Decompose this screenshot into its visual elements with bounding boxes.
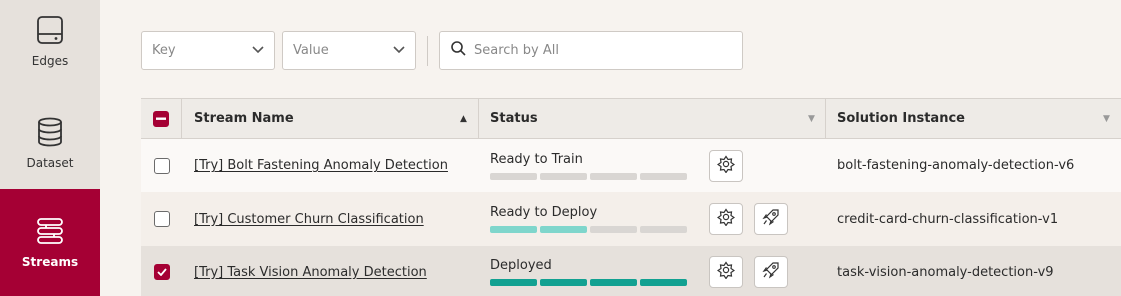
stream-name-link[interactable]: [Try] Task Vision Anomaly Detection — [194, 265, 427, 280]
edge-device-icon — [36, 12, 64, 48]
status-cell: Ready to Train — [479, 139, 687, 192]
sidebar-item-label: Edges — [31, 54, 69, 68]
train-button[interactable] — [709, 203, 743, 235]
solution-instance-cell: bolt-fastening-anomaly-detection-v6 — [826, 139, 1074, 192]
column-header-stream-name[interactable]: Stream Name ▲ — [182, 99, 479, 138]
stream-name-link[interactable]: [Try] Bolt Fastening Anomaly Detection — [194, 158, 448, 173]
solution-instance-cell: task-vision-anomaly-detection-v9 — [826, 246, 1054, 296]
row-checkbox[interactable] — [153, 264, 170, 280]
status-label: Deployed — [490, 258, 552, 273]
sidebar-item-label: Dataset — [26, 156, 74, 170]
main-content: Key Value Search by All Stream Name ▲ St… — [100, 0, 1121, 296]
value-select-value: Value — [293, 43, 329, 58]
solution-instance: task-vision-anomaly-detection-v9 — [837, 264, 1054, 280]
table-row[interactable]: [Try] Bolt Fastening Anomaly Detection R… — [141, 139, 1121, 192]
stream-name-link[interactable]: [Try] Customer Churn Classification — [194, 212, 424, 227]
status-label: Ready to Train — [490, 151, 583, 167]
train-icon — [716, 154, 736, 177]
progress-segment — [640, 172, 687, 180]
sidebar: Edges Dataset Streams — [0, 0, 100, 296]
streams-icon — [36, 213, 64, 249]
search-placeholder: Search by All — [474, 43, 559, 58]
chevron-down-icon — [393, 43, 405, 58]
row-select-cell — [141, 139, 182, 192]
progress-segment — [540, 279, 587, 286]
progress-segment — [590, 172, 637, 180]
deploy-button[interactable] — [754, 256, 788, 288]
sidebar-item-label: Streams — [21, 255, 79, 269]
value-select[interactable]: Value — [282, 31, 416, 70]
train-icon — [716, 261, 736, 283]
filter-dropdown-icon[interactable]: ▼ — [808, 114, 815, 124]
progress-segment — [590, 226, 637, 233]
sort-ascending-icon[interactable]: ▲ — [460, 114, 467, 124]
filter-dropdown-icon[interactable]: ▼ — [1103, 114, 1110, 124]
progress-segment — [490, 279, 537, 286]
deploy-button[interactable] — [754, 203, 788, 235]
row-checkbox[interactable] — [153, 157, 170, 174]
column-label: Solution Instance — [837, 111, 965, 126]
table-row[interactable]: [Try] Customer Churn Classification Read… — [141, 192, 1121, 246]
solution-instance: bolt-fastening-anomaly-detection-v6 — [837, 158, 1075, 173]
train-button[interactable] — [709, 149, 743, 182]
sidebar-item-streams[interactable]: Streams — [0, 189, 100, 296]
rocket-icon — [762, 261, 780, 283]
train-icon — [716, 208, 736, 230]
search-input[interactable]: Search by All — [439, 31, 743, 70]
row-select-cell — [141, 246, 182, 296]
progress-segment — [640, 279, 687, 286]
progress-segment — [540, 172, 587, 180]
table-row[interactable]: [Try] Task Vision Anomaly Detection Depl… — [141, 246, 1121, 296]
progress-bar — [490, 279, 687, 286]
sidebar-item-edges[interactable]: Edges — [0, 0, 100, 100]
search-icon — [451, 41, 474, 60]
streams-table: Stream Name ▲ Status ▼ Solution Instance… — [141, 98, 1121, 296]
table-header: Stream Name ▲ Status ▼ Solution Instance… — [141, 99, 1121, 139]
chevron-down-icon — [252, 43, 264, 58]
solution-instance-cell: credit-card-churn-classification-v1 — [826, 192, 1058, 246]
stream-name-cell: [Try] Bolt Fastening Anomaly Detection — [182, 139, 448, 192]
status-cell: Ready to Deploy — [479, 192, 687, 246]
progress-bar — [490, 172, 687, 180]
column-label: Stream Name — [194, 111, 294, 126]
train-button[interactable] — [709, 256, 743, 288]
progress-segment — [640, 226, 687, 233]
progress-segment — [590, 279, 637, 286]
database-icon — [37, 114, 63, 150]
key-select-value: Key — [152, 43, 176, 58]
status-cell: Deployed — [479, 246, 687, 296]
progress-segment — [490, 172, 537, 180]
filter-divider — [427, 36, 428, 66]
row-select-cell — [141, 192, 182, 246]
select-all-checkbox[interactable] — [153, 110, 169, 127]
column-label: Status — [490, 111, 538, 126]
column-header-status[interactable]: Status ▼ — [479, 99, 826, 138]
progress-segment — [490, 226, 537, 233]
stream-name-cell: [Try] Task Vision Anomaly Detection — [182, 246, 427, 296]
progress-segment — [540, 226, 587, 233]
solution-instance: credit-card-churn-classification-v1 — [837, 211, 1059, 227]
progress-bar — [490, 226, 687, 233]
stream-name-cell: [Try] Customer Churn Classification — [182, 192, 424, 246]
select-all-cell — [141, 99, 182, 138]
rocket-icon — [762, 208, 780, 230]
row-checkbox[interactable] — [153, 211, 170, 227]
column-header-solution-instance[interactable]: Solution Instance ▼ — [826, 99, 1121, 138]
key-select[interactable]: Key — [141, 31, 275, 70]
sidebar-item-dataset[interactable]: Dataset — [0, 100, 100, 200]
status-label: Ready to Deploy — [490, 205, 598, 220]
